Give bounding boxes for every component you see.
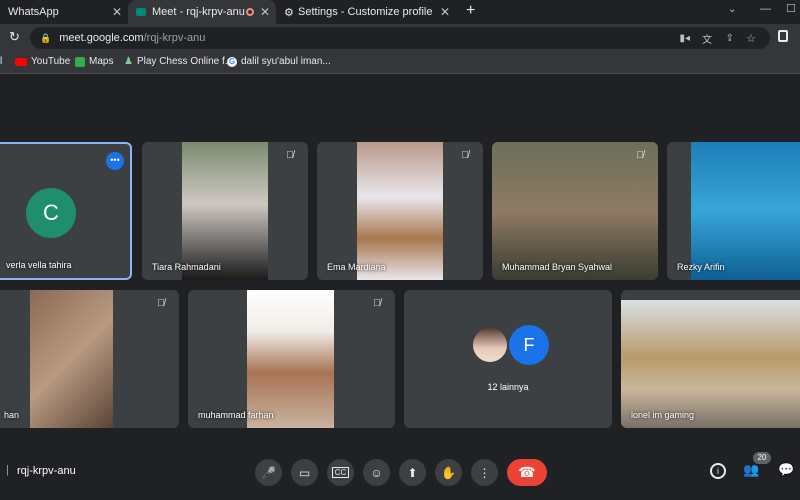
participant-tile[interactable]: 🎙̸ Muhammad Bryan Syahwal — [492, 142, 658, 280]
tab-settings[interactable]: ⚙ Settings - Customize profile ✕ — [276, 0, 456, 24]
present-button[interactable]: ⬆ — [399, 459, 426, 486]
maps-icon — [75, 56, 85, 67]
meeting-controls: | rqj-krpv-anu 🎤 ▭ CC ☺ ⬆ ✋ ⋮ ☎ i 👥 20 💬 — [0, 452, 800, 500]
others-tile[interactable]: F 12 lainnya — [404, 290, 612, 428]
bookmark-item[interactable]: l — [0, 56, 2, 67]
more-options-button[interactable]: ⋮ — [471, 459, 498, 486]
translate-icon[interactable]: 文 — [702, 31, 712, 46]
present-screen-icon: ⬆ — [407, 465, 418, 480]
end-call-button[interactable]: ☎ — [507, 459, 547, 486]
participant-video — [691, 142, 800, 280]
mic-off-icon: 🎙̸ — [157, 298, 165, 309]
bookmark-maps[interactable]: Maps — [75, 56, 113, 67]
participant-name: Rezky Arifin — [677, 262, 725, 272]
time-separator: | — [6, 464, 9, 476]
mic-off-icon: 🎙̸ — [286, 150, 294, 161]
bookmark-star-icon[interactable]: ☆ — [746, 32, 756, 45]
participant-name: lonel im gaming — [631, 410, 695, 420]
close-icon[interactable]: ✕ — [260, 5, 270, 19]
captions-icon: CC — [331, 467, 350, 478]
tab-meet[interactable]: Meet - rqj-krpv-anu ✕ — [128, 0, 276, 24]
microphone-icon: 🎤 — [261, 465, 276, 480]
new-tab-button[interactable]: + — [466, 2, 475, 20]
meet-favicon-icon — [136, 8, 146, 16]
participant-video — [182, 142, 268, 280]
participant-tile[interactable]: C ••• verla vella tahira — [0, 142, 132, 280]
people-icon: 👥 — [743, 462, 760, 477]
participant-tile[interactable]: Rezky Arifin — [667, 142, 800, 280]
url-path: /rqj-krpv-anu — [143, 32, 206, 44]
meet-stage: C ••• verla vella tahira 🎙̸ Tiara Rahmad… — [0, 74, 800, 500]
mic-off-icon: 🎙̸ — [373, 298, 381, 309]
bookmark-youtube[interactable]: YouTube — [15, 56, 70, 67]
google-icon: G — [227, 56, 237, 67]
maximize-button[interactable]: ☐ — [786, 2, 796, 15]
participant-video — [621, 300, 800, 428]
share-icon[interactable]: ⇪ — [726, 33, 734, 44]
emoji-icon: ☺ — [370, 465, 383, 480]
recording-icon — [246, 8, 254, 16]
chat-button[interactable]: 💬 — [778, 462, 794, 478]
mic-off-icon: 🎙̸ — [461, 150, 469, 161]
close-icon[interactable]: ✕ — [112, 5, 122, 19]
chat-icon: 💬 — [778, 462, 795, 477]
hand-icon: ✋ — [441, 465, 456, 480]
youtube-icon — [15, 57, 27, 66]
bookmark-dalil[interactable]: G dalil syu'abul iman... — [227, 56, 331, 67]
more-options-icon[interactable]: ••• — [106, 152, 124, 170]
meeting-details-button[interactable]: i — [710, 463, 726, 479]
participant-name: muhammad farhan — [198, 410, 274, 420]
more-vert-icon: ⋮ — [478, 465, 491, 480]
participant-video — [357, 142, 443, 280]
participant-name: Tiara Rahmadani — [152, 262, 221, 272]
captions-button[interactable]: CC — [327, 459, 354, 486]
participant-tile[interactable]: 🎙̸ Tiara Rahmadani — [142, 142, 308, 280]
avatar — [471, 326, 509, 364]
participant-tile[interactable]: 🎙̸ muhammad farhan — [188, 290, 395, 428]
bookmark-chess[interactable]: ♟ Play Chess Online f... — [124, 56, 233, 67]
raise-hand-button[interactable]: ✋ — [435, 459, 462, 486]
tab-whatsapp[interactable]: WhatsApp ✕ — [0, 0, 128, 24]
avatar: F — [509, 325, 549, 365]
participant-name: han — [4, 410, 20, 420]
reload-icon[interactable]: ↻ — [9, 29, 20, 45]
avatar: C — [26, 188, 76, 238]
video-camera-icon: ▭ — [298, 465, 311, 480]
mic-button[interactable]: 🎤 — [255, 459, 282, 486]
gear-icon: ⚙ — [284, 6, 294, 19]
mic-off-icon: 🎙̸ — [636, 150, 644, 161]
participant-tile[interactable]: lonel im gaming — [621, 290, 800, 428]
url-host: meet.google.com — [59, 32, 144, 44]
close-icon[interactable]: ✕ — [440, 5, 450, 19]
side-panel-icon[interactable] — [778, 30, 788, 42]
address-bar[interactable]: 🔒 meet.google.com /rqj-krpv-anu ▮◂ 文 ⇪ ☆ — [30, 27, 770, 49]
minimize-button[interactable]: — — [760, 3, 771, 15]
camera-icon[interactable]: ▮◂ — [679, 33, 690, 44]
tab-search-chevron-icon[interactable]: ⌄ — [728, 4, 736, 15]
participant-name: Ema Mardiana — [327, 262, 386, 272]
lock-icon: 🔒 — [40, 32, 52, 43]
tab-strip: WhatsApp ✕ Meet - rqj-krpv-anu ✕ ⚙ Setti… — [0, 0, 800, 24]
participant-video — [30, 290, 113, 428]
participant-name: Muhammad Bryan Syahwal — [502, 262, 613, 272]
meeting-code: rqj-krpv-anu — [17, 465, 76, 477]
people-count-badge: 20 — [753, 452, 771, 464]
info-icon: i — [717, 466, 719, 476]
reactions-button[interactable]: ☺ — [363, 459, 390, 486]
browser-toolbar: ↻ 🔒 meet.google.com /rqj-krpv-anu ▮◂ 文 ⇪… — [0, 24, 800, 52]
people-button[interactable]: 👥 — [743, 462, 759, 478]
chess-pawn-icon: ♟ — [124, 56, 133, 67]
participant-video — [247, 290, 334, 428]
camera-button[interactable]: ▭ — [291, 459, 318, 486]
participant-tile[interactable]: 🎙̸ han — [0, 290, 179, 428]
participant-name: verla vella tahira — [6, 260, 72, 270]
phone-hangup-icon: ☎ — [518, 464, 536, 480]
others-count-label: 12 lainnya — [487, 382, 529, 392]
bookmarks-bar: l YouTube Maps ♟ Play Chess Online f... … — [0, 52, 800, 74]
participant-tile[interactable]: 🎙̸ Ema Mardiana — [317, 142, 483, 280]
